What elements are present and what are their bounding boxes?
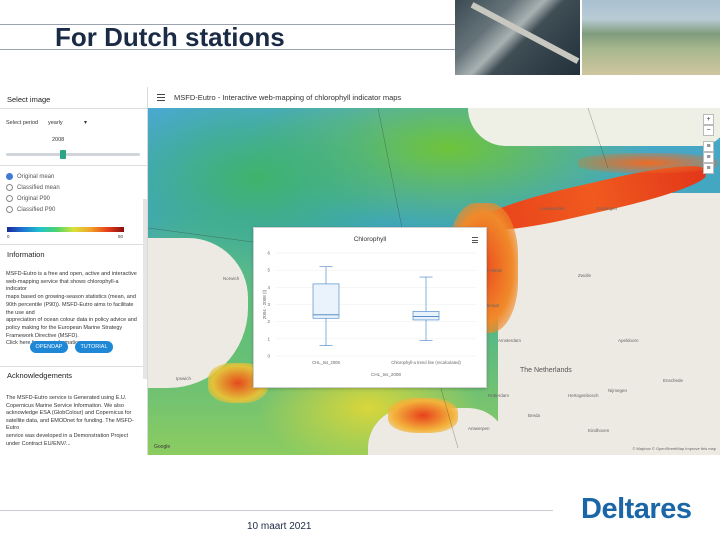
slider-handle[interactable] — [59, 150, 66, 159]
info-line: policy making for the European Marine St… — [6, 324, 123, 331]
place-label: Groningen — [596, 206, 618, 211]
boxplot-chart: 0 1 2 3 4 5 6 2004 - 2008 (t) CHL_tss_2008 Chloro… — [262, 251, 476, 377]
information-text: MSFD-Eutro is a free and open, active an… — [6, 271, 140, 348]
y-tick-label: 6 — [267, 251, 270, 256]
opendap-button[interactable]: OPENDAP — [30, 341, 68, 353]
acknowledgements-heading: Acknowledgements — [7, 371, 73, 380]
y-tick-label: 4 — [267, 285, 270, 290]
place-label: Nijmegen — [608, 388, 628, 393]
radio-classified-mean[interactable]: Classified mean — [6, 184, 60, 191]
colorbar-min: 0 — [7, 234, 10, 239]
ack-line: Copernicus Marine Service Information. W… — [6, 402, 124, 409]
place-label: Hertogenbosch — [568, 393, 599, 398]
box — [312, 283, 340, 319]
hamburger-menu-icon[interactable] — [157, 94, 165, 103]
chevron-down-icon[interactable]: ▾ — [84, 119, 87, 126]
place-label: Eindhoven — [588, 428, 610, 433]
sidebar-divider — [0, 244, 147, 245]
sidebar-scrollbar[interactable] — [143, 199, 147, 379]
radio-label: Original mean — [17, 173, 55, 180]
app-topbar: MSFD-Eutro - Interactive web-mapping of … — [148, 87, 720, 109]
x-axis-label: CHL_tss_2008 — [371, 372, 401, 377]
map-attribution[interactable]: © Mapbox © OpenStreetMap Improve this ma… — [633, 446, 717, 451]
sidebar-divider — [0, 165, 147, 166]
sidebar-divider — [0, 366, 147, 367]
ack-line: The MSFD-Eutro service is Generated usin… — [6, 395, 127, 401]
layers-icon[interactable]: ≡ — [703, 141, 714, 152]
header-photo-bridge — [455, 0, 580, 75]
radio-classified-p90[interactable]: Classified P90 — [6, 206, 55, 213]
year-slider[interactable] — [6, 150, 140, 159]
y-tick-label: 3 — [267, 302, 270, 307]
zoom-out-button[interactable]: − — [703, 125, 714, 136]
y-tick-label: 1 — [267, 336, 270, 341]
period-select[interactable]: yearly — [48, 120, 63, 126]
x-category-label: CHL_tss_2008 — [312, 360, 340, 365]
radio-original-p90[interactable]: Original P90 — [6, 195, 50, 202]
select-period-label: Select period — [6, 120, 39, 126]
layers-icon[interactable]: ≡ — [703, 163, 714, 174]
y-tick-label: 2 — [267, 319, 270, 324]
place-label: Amsterdam — [498, 338, 522, 343]
radio-label: Classified mean — [17, 184, 60, 191]
place-label: Norwich — [223, 276, 240, 281]
info-line: Framework Directive (MSFD). — [6, 332, 79, 339]
google-logo: Google — [154, 444, 171, 450]
slide-title: For Dutch stations — [55, 22, 285, 52]
slide-date: 10 maart 2021 — [247, 521, 312, 532]
place-label: Leeuwarden — [540, 206, 565, 211]
tutorial-button[interactable]: TUTORIAL — [75, 341, 113, 353]
info-line: 90th percentile (P90)). MSFD-Eutro aims … — [6, 301, 134, 316]
y-tick-label: 0 — [267, 354, 270, 359]
info-line: appreciation of ocean colour data in pol… — [6, 317, 137, 324]
year-value: 2008 — [52, 137, 65, 143]
layers-icon[interactable]: ≡ — [703, 152, 714, 163]
place-label: Enschede — [663, 378, 684, 383]
colorbar — [7, 227, 124, 232]
colorbar-max: 50 — [118, 234, 124, 239]
radio-label: Classified P90 — [17, 206, 56, 213]
acknowledgements-text: The MSFD-Eutro service is Generated usin… — [6, 395, 140, 448]
place-label: Zwolle — [578, 273, 592, 278]
info-line: web-mapping service that shows chlorophy… — [6, 278, 119, 293]
more-info-link[interactable]: Click here for more information — [6, 340, 140, 348]
radio-button[interactable] — [6, 184, 13, 191]
chart-popup: Chlorophyll 0 1 2 3 4 5 6 2004 - 2008 (t) CHL_ts… — [253, 227, 487, 388]
ack-line: service was developed in a Demonstration… — [6, 432, 128, 439]
ack-line: under Contract EU/ENV/... — [6, 440, 71, 447]
place-label: Rotterdam — [488, 393, 510, 398]
radio-original-mean[interactable]: Original mean — [6, 173, 54, 180]
y-tick-label: 5 — [267, 268, 270, 273]
info-line: MSFD-Eutro is a free and open, active an… — [6, 271, 137, 277]
app-title: MSFD-Eutro - Interactive web-mapping of … — [174, 93, 402, 102]
ack-line: satellite data, and EMODnet for funding.… — [6, 417, 134, 432]
radio-label: Original P90 — [17, 195, 51, 202]
footer-rule — [0, 510, 553, 511]
place-label: Ipswich — [176, 376, 192, 381]
place-label: Apeldoorn — [618, 338, 639, 343]
place-label: Antwerpen — [468, 426, 490, 431]
select-image-heading: Select image — [7, 95, 51, 104]
zoom-in-button[interactable]: + — [703, 114, 714, 125]
radio-button[interactable] — [6, 195, 13, 202]
radio-button-selected[interactable] — [6, 173, 13, 180]
deltares-logo: Deltares — [581, 493, 692, 525]
sidebar: Select image Select period yearly ▾ 2008… — [0, 87, 148, 455]
header-photo-coast — [582, 0, 720, 75]
y-axis-label: 2004 - 2008 (t) — [262, 289, 267, 319]
slide-header: For Dutch stations — [0, 0, 720, 75]
information-heading: Information — [7, 250, 45, 259]
country-label: The Netherlands — [520, 367, 572, 374]
box — [412, 311, 440, 321]
sidebar-divider — [0, 108, 147, 109]
x-category-label: Chlorophyll-a trend line (recalculated) — [391, 360, 461, 365]
info-line: maps based on growing-season statistics … — [6, 294, 136, 301]
place-label: Breda — [528, 413, 541, 418]
ack-line: acknowledge ESA (GlobColour) and Coperni… — [6, 410, 132, 417]
radio-button[interactable] — [6, 206, 13, 213]
